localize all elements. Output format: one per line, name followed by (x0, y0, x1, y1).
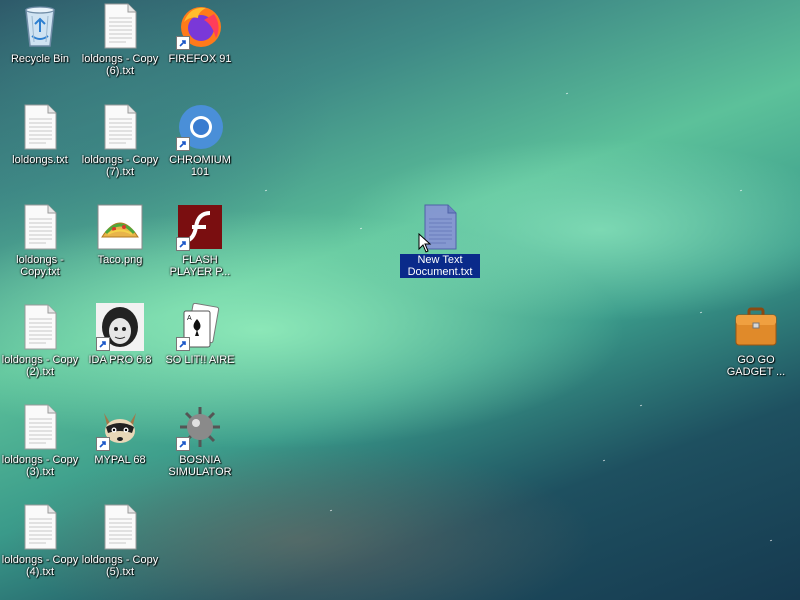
desktop-icon-loldongs-copy-2[interactable]: loldongs - Copy (2).txt (0, 303, 80, 378)
icon-label: loldongs - Copy.txt (16, 254, 64, 278)
desktop-icon-loldongs-copy-7[interactable]: loldongs - Copy (7).txt (80, 103, 160, 178)
star-speck (359, 227, 363, 230)
taco-image-icon (96, 203, 144, 251)
shortcut-arrow-icon (96, 437, 110, 451)
icon-label: Recycle Bin (10, 53, 70, 65)
chromium-icon (176, 103, 224, 151)
shortcut-arrow-icon (96, 337, 110, 351)
icon-label: BOSNIA SIMULATOR (168, 454, 232, 478)
recycle-bin-icon (16, 2, 64, 50)
desktop-icon-loldongs-copy-5[interactable]: loldongs - Copy (5).txt (80, 503, 160, 578)
icon-label: loldongs - Copy (6).txt (81, 53, 159, 77)
star-speck (769, 539, 773, 542)
star-speck (739, 189, 743, 192)
icon-label: SO LIT!! AIRE (165, 354, 235, 366)
text-file-icon (16, 103, 64, 151)
desktop-icon-firefox[interactable]: FIREFOX 91 (160, 2, 240, 65)
ida-pro-icon (96, 303, 144, 351)
text-file-icon (96, 503, 144, 551)
icon-label: MYPAL 68 (94, 454, 146, 466)
desktop-icon-ida-pro[interactable]: IDA PRO 6.8 (80, 303, 160, 366)
flash-player-icon (176, 203, 224, 251)
shortcut-arrow-icon (176, 437, 190, 451)
shortcut-arrow-icon (176, 237, 190, 251)
star-speck (329, 509, 333, 512)
star-speck (602, 459, 606, 462)
star-speck (264, 189, 268, 192)
icon-label: loldongs - Copy (2).txt (1, 354, 79, 378)
desktop-icon-taco[interactable]: Taco.png (80, 203, 160, 266)
icon-label: loldongs - Copy (4).txt (1, 554, 79, 578)
star-speck (699, 311, 703, 314)
text-file-icon (416, 203, 464, 251)
mypal-raccoon-icon (96, 403, 144, 451)
text-file-icon (96, 103, 144, 151)
icon-label: FLASH PLAYER P... (169, 254, 231, 278)
desktop-icon-recycle-bin[interactable]: Recycle Bin (0, 2, 80, 65)
text-file-icon (16, 303, 64, 351)
text-file-icon (96, 2, 144, 50)
desktop-icon-new-text-document[interactable]: New Text Document.txt (400, 203, 480, 278)
shortcut-arrow-icon (176, 137, 190, 151)
text-file-icon (16, 203, 64, 251)
desktop-icon-solitaire[interactable]: A SO LIT!! AIRE (160, 302, 240, 366)
minesweeper-mine-icon (176, 403, 224, 451)
svg-text:A: A (187, 315, 192, 322)
icon-label: IDA PRO 6.8 (88, 354, 152, 366)
icon-label: GO GO GADGET ... (726, 354, 786, 378)
icon-label: loldongs.txt (12, 154, 68, 166)
desktop-icon-loldongs-copy-4[interactable]: loldongs - Copy (4).txt (0, 503, 80, 578)
icon-label: loldongs - Copy (3).txt (1, 454, 79, 478)
desktop-icon-loldongs-copy[interactable]: loldongs - Copy.txt (0, 203, 80, 278)
text-file-icon (16, 403, 64, 451)
icon-label: loldongs - Copy (7).txt (81, 154, 159, 178)
icon-label: CHROMIUM 101 (169, 154, 231, 178)
icon-label: Taco.png (97, 254, 143, 266)
firefox-icon (176, 2, 224, 50)
text-file-icon (16, 503, 64, 551)
shortcut-arrow-icon (176, 337, 190, 351)
star-speck (639, 404, 643, 407)
desktop-icon-flash-player[interactable]: FLASH PLAYER P... (160, 203, 240, 278)
icon-label: loldongs - Copy (5).txt (81, 554, 159, 578)
desktop-icon-bosnia-simulator[interactable]: BOSNIA SIMULATOR (160, 403, 240, 478)
solitaire-icon: A (176, 302, 224, 351)
desktop-icon-go-go-gadget[interactable]: GO GO GADGET ... (716, 303, 796, 378)
desktop-icon-mypal[interactable]: MYPAL 68 (80, 403, 160, 466)
desktop-icon-loldongs-copy-3[interactable]: loldongs - Copy (3).txt (0, 403, 80, 478)
icon-label: New Text Document.txt (400, 254, 480, 278)
shortcut-arrow-icon (176, 36, 190, 50)
briefcase-icon (732, 303, 780, 351)
desktop-background[interactable]: Recycle Bin loldongs - Copy (6).txt FIRE… (0, 0, 800, 600)
desktop-icon-loldongs[interactable]: loldongs.txt (0, 103, 80, 166)
icon-label: FIREFOX 91 (168, 53, 232, 65)
desktop-icon-chromium[interactable]: CHROMIUM 101 (160, 103, 240, 178)
star-speck (565, 92, 569, 95)
desktop-icon-loldongs-copy-6[interactable]: loldongs - Copy (6).txt (80, 2, 160, 77)
